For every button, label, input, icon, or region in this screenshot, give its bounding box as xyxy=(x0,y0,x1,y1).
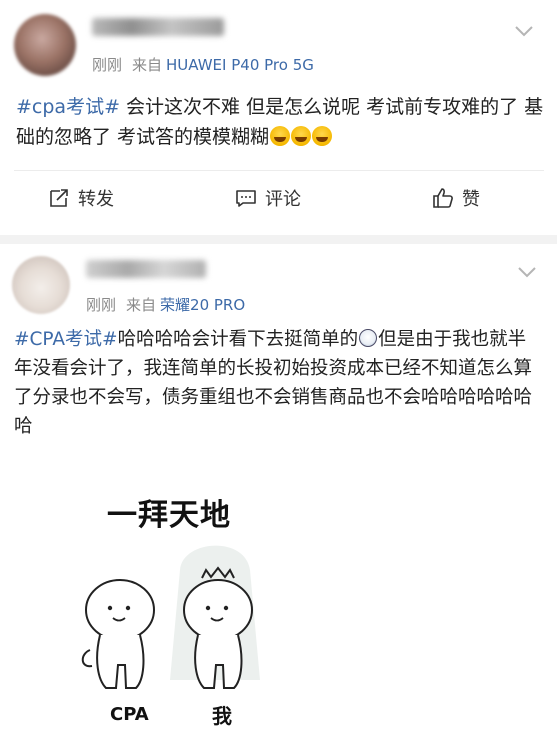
hashtag-link[interactable]: #cpa考试# xyxy=(16,96,120,118)
laugh-cry-emoji-icon xyxy=(270,126,291,146)
laugh-cry-emoji-icon xyxy=(312,126,333,146)
post-body-part1: 哈哈哈哈会计看下去挺简单的 xyxy=(117,329,359,350)
dizzy-face-emoji-icon xyxy=(359,329,378,347)
post-meta: 刚刚 来自 荣耀20 PRO xyxy=(86,294,245,315)
post-separator xyxy=(0,235,557,244)
post-text: #CPA考试#哈哈哈哈会计看下去挺简单的 但是由于我也就半年没看会计了，我连简单的… xyxy=(14,325,544,441)
post-time: 刚刚 xyxy=(86,296,117,314)
source-prefix: 来自 xyxy=(126,296,157,314)
like-button[interactable]: 赞 xyxy=(432,184,480,212)
device-link[interactable]: HUAWEI P40 Pro 5G xyxy=(166,56,314,74)
comment-button[interactable]: 评论 xyxy=(235,184,301,212)
comment-label: 评论 xyxy=(265,189,301,210)
eye xyxy=(223,605,229,611)
meme-label-right: 我 xyxy=(212,704,232,728)
weibo-post-1: 刚刚 来自 HUAWEI P40 Pro 5G #cpa考试# 会计这次不难 但是怎… xyxy=(0,0,557,235)
post-time: 刚刚 xyxy=(92,56,123,74)
username-blurred[interactable] xyxy=(86,260,206,278)
avatar[interactable] xyxy=(12,256,70,314)
laugh-cry-emoji-icon xyxy=(291,126,312,146)
post-text: #cpa考试# 会计这次不难 但是怎么说呢 考试前专攻难的了 基础的忽略了 考试… xyxy=(16,92,544,152)
meme-drawing xyxy=(81,545,260,689)
comment-icon xyxy=(236,190,256,207)
device-link[interactable]: 荣耀20 PRO xyxy=(160,296,245,314)
eye xyxy=(107,605,113,611)
eye xyxy=(125,605,131,611)
hashtag-link[interactable]: #CPA考试# xyxy=(14,329,118,350)
post-meta: 刚刚 来自 HUAWEI P40 Pro 5G xyxy=(92,54,314,75)
avatar[interactable] xyxy=(14,14,76,76)
eye xyxy=(205,605,211,611)
repost-label: 转发 xyxy=(78,189,114,210)
meme-title: 一拜天地 xyxy=(107,498,231,533)
repost-icon xyxy=(50,189,68,207)
meme-label-left: CPA xyxy=(110,704,149,725)
chevron-down-icon[interactable] xyxy=(513,20,535,42)
post-image-meme[interactable]: 一拜天地 CPA 我 xyxy=(70,490,280,734)
username-blurred[interactable] xyxy=(92,18,224,36)
thumbs-up-icon xyxy=(433,188,453,208)
cpa-character xyxy=(81,579,155,689)
chevron-down-icon[interactable] xyxy=(516,261,538,283)
source-prefix: 来自 xyxy=(132,56,163,74)
like-label: 赞 xyxy=(462,189,480,210)
divider xyxy=(14,170,544,171)
repost-button[interactable]: 转发 xyxy=(48,184,114,212)
